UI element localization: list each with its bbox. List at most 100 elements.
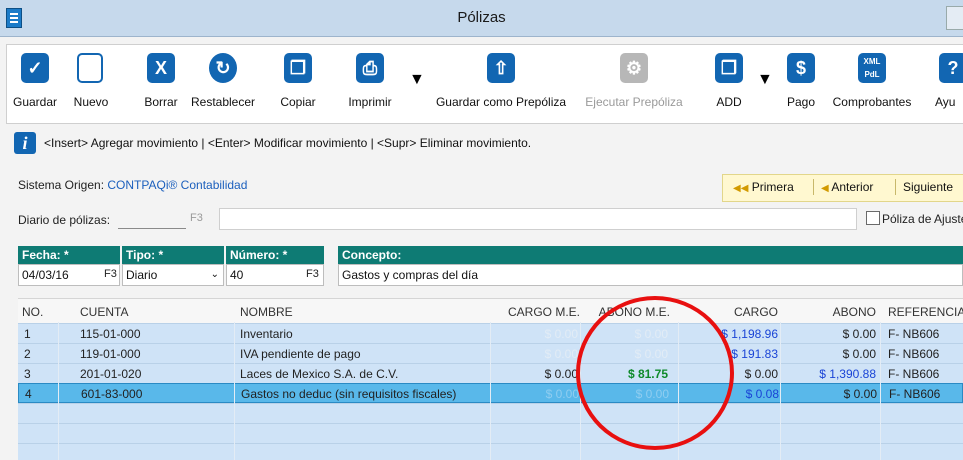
pago-label: Pago [786,95,816,109]
anterior-label: Anterior [831,180,874,194]
concepto-value: Gastos y compras del día [342,268,479,282]
delete-x-icon: X [147,53,175,83]
record-navigation: ◀◀ Primera ◀ Anterior Siguiente [722,174,963,202]
borrar-label: Borrar [144,95,178,109]
cell-no: 2 [24,347,31,361]
guardar-label: Guardar [12,95,58,109]
diario-code-input[interactable] [118,208,186,229]
cell-cuenta: 201-01-020 [80,367,142,381]
run-prepoliza-icon: ⚙ [620,53,648,83]
cell-referencia: F- NB606 [888,347,940,361]
anterior-button[interactable]: ◀ Anterior [821,180,873,194]
cell-cargo-me: $ 0.00 [544,367,578,381]
nuevo-label: Nuevo [73,95,109,109]
numero-header: Número: * [226,246,324,264]
copy-icon: ❐ [284,53,312,83]
guardar-button[interactable]: ✓ Guardar [7,49,63,119]
shortcut-hint-text: <Insert> Agregar movimiento | <Enter> Mo… [44,136,532,150]
tipo-header: Tipo: * [122,246,224,264]
ayuda-label: Ayu [935,95,956,109]
add-label: ADD [716,95,742,109]
column-divider [490,322,491,460]
diario-label: Diario de pólizas: [18,213,111,227]
cell-cargo-me: $ 0.00 [544,327,578,341]
column-header-cargo: CARGO [733,305,778,319]
xml-icon: XML PdL [858,53,886,83]
guardar-prepoliza-button[interactable]: ⇧ Guardar como Prepóliza [427,49,575,119]
sistema-origen: Sistema Origen: CONTPAQi® Contabilidad [18,178,247,192]
sistema-origen-value: CONTPAQi® Contabilidad [107,178,248,192]
cell-cuenta: 601-83-000 [81,387,143,401]
cell-nombre: Gastos no deduc (sin requisitos fiscales… [241,387,457,401]
column-header-referencia: REFERENCIA [888,305,963,319]
cell-nombre: Inventario [240,327,293,341]
cell-cargo-me: $ 0.00 [544,347,578,361]
printer-icon: ⎙ [356,53,384,83]
fecha-header: Fecha: * [18,246,120,264]
pago-button[interactable]: $ Pago [779,49,823,119]
fecha-value: 04/03/16 [22,268,69,282]
window-title: Pólizas [457,9,506,26]
tipo-value: Diario [126,268,158,282]
checkmark-icon: ✓ [21,53,49,83]
primera-button[interactable]: ◀◀ Primera [733,180,794,194]
copiar-label: Copiar [280,95,316,109]
cell-no: 4 [25,387,32,401]
ayuda-button[interactable]: ? Ayu [925,49,963,119]
first-arrow-icon: ◀◀ [733,183,749,194]
title-bar: Pólizas [0,0,963,37]
column-divider [880,322,881,460]
column-header-abono: ABONO [832,305,876,319]
cell-cargo-me: $ 0.00 [545,387,579,401]
restablecer-label: Restablecer [190,95,256,109]
poliza-ajuste-checkbox[interactable] [866,211,880,225]
restablecer-button[interactable]: ↻ Restablecer [187,49,259,119]
diario-f3-hint[interactable]: F3 [190,208,203,228]
comprobantes-label: Comprobantes [832,95,912,109]
diario-description-field [219,208,857,230]
ejecutar-prepoliza-button: ⚙ Ejecutar Prepóliza [575,49,693,119]
cell-no: 3 [24,367,31,381]
cell-referencia: F- NB606 [889,387,941,401]
info-bar: i <Insert> Agregar movimiento | <Enter> … [14,128,963,156]
polizas-window: Pólizas ✓ Guardar Nuevo X Borrar ↻ Resta… [0,0,963,460]
numero-value: 40 [230,268,244,282]
add-button[interactable]: ❒ ADD [707,49,751,119]
tipo-select[interactable]: Diario ⌄ [122,264,224,286]
column-header-no: NO. [22,305,44,319]
fecha-f3-hint[interactable]: F3 [104,268,117,280]
concepto-header: Concepto: [338,246,963,264]
cell-abono: $ 1,390.88 [819,367,876,381]
cell-cuenta: 119-01-000 [80,347,141,361]
nuevo-button[interactable]: Nuevo [65,49,117,119]
previous-arrow-icon: ◀ [821,183,829,194]
imprimir-button[interactable]: ⎙ Imprimir [337,49,403,119]
imprimir-label: Imprimir [348,95,392,109]
poliza-ajuste-label: Póliza de Ajuste [882,212,963,226]
borrar-button[interactable]: X Borrar [135,49,187,119]
comprobantes-button[interactable]: XML PdL Comprobantes [827,49,917,119]
cell-abono: $ 0.00 [842,347,876,361]
cell-no: 1 [24,327,31,341]
cell-nombre: Laces de Mexico S.A. de C.V. [240,367,399,381]
column-header-nombre: NOMBRE [240,305,293,319]
save-prepoliza-icon: ⇧ [487,53,515,83]
copiar-button[interactable]: ❐ Copiar [273,49,323,119]
siguiente-button[interactable]: Siguiente [903,180,953,194]
add-documents-icon: ❒ [715,53,743,83]
window-control-button[interactable] [946,6,963,30]
info-icon: i [14,132,36,154]
cell-referencia: F- NB606 [888,327,940,341]
numero-f3-hint[interactable]: F3 [306,268,319,280]
help-icon: ? [939,53,963,83]
refresh-icon: ↻ [209,53,237,83]
toolbar: ✓ Guardar Nuevo X Borrar ↻ Restablecer ❐… [6,44,963,124]
column-header-cuenta: CUENTA [80,305,129,319]
primera-label: Primera [751,180,794,194]
new-document-icon [77,53,103,83]
cell-cuenta: 115-01-000 [80,327,141,341]
column-divider [234,322,235,460]
cell-abono: $ 0.00 [843,387,877,401]
concepto-input[interactable]: Gastos y compras del día [338,264,963,286]
nav-divider [813,179,814,195]
